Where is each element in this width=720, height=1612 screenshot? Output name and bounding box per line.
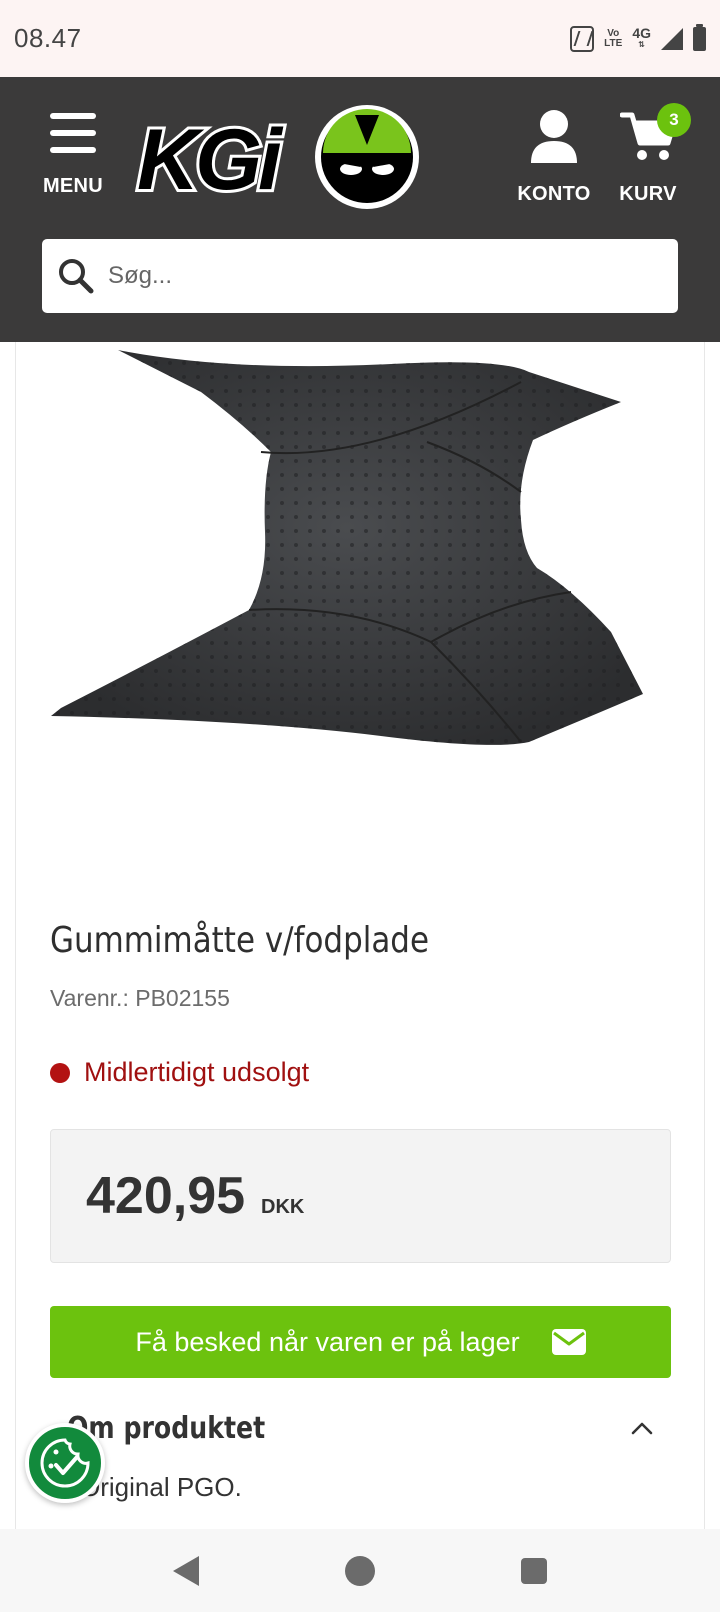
user-icon	[531, 110, 577, 163]
stock-status: Midlertidigt udsolgt	[50, 1057, 309, 1088]
chevron-up-icon	[631, 1422, 653, 1435]
out-of-stock-dot-icon	[50, 1062, 70, 1083]
cart-count-badge: 3	[657, 103, 691, 137]
volte-bottom-label: LTE	[604, 37, 623, 49]
kgi-logo[interactable]: KGi	[133, 103, 425, 213]
cart-label: KURV	[619, 183, 677, 205]
search-icon[interactable]	[58, 258, 94, 294]
home-icon[interactable]	[345, 1555, 375, 1586]
product-card: Gummimåtte v/fodplade Varenr.: PB02155 M…	[15, 342, 705, 1530]
battery-icon	[693, 23, 706, 51]
hamburger-icon	[50, 113, 96, 153]
menu-label: MENU	[42, 175, 104, 197]
site-header: MENU KGi KONTO 3 KURV Søg...	[0, 77, 720, 342]
about-product-text: Original PGO.	[80, 1472, 242, 1502]
volte-top-label: Vo	[607, 27, 620, 39]
account-label: KONTO	[517, 183, 591, 205]
cookie-consent-button[interactable]	[25, 1423, 105, 1503]
menu-button[interactable]: MENU	[38, 113, 108, 198]
price-currency: DKK	[261, 1195, 305, 1218]
volte-icon: Vo LTE	[604, 27, 623, 49]
price-box: 420,95 DKK	[50, 1129, 671, 1263]
about-product-toggle[interactable]: Om produktet	[50, 1398, 671, 1458]
signal-icon	[661, 27, 683, 50]
nfc-icon	[570, 25, 595, 52]
notify-button-label: Få besked når varen er på lager	[135, 1326, 520, 1357]
status-time: 08.47	[14, 23, 82, 53]
envelope-icon	[551, 1329, 586, 1355]
product-sku: Varenr.: PB02155	[50, 985, 230, 1011]
network-type-icon: 4G ⇅	[632, 24, 651, 49]
search-bar	[42, 239, 678, 313]
cookie-check-icon	[40, 1438, 90, 1488]
status-icons: Vo LTE 4G ⇅	[570, 23, 706, 52]
product-image[interactable]	[51, 342, 691, 772]
stock-status-text: Midlertidigt udsolgt	[84, 1057, 310, 1087]
search-input[interactable]	[108, 262, 628, 290]
notify-when-in-stock-button[interactable]: Få besked når varen er på lager	[50, 1306, 671, 1378]
cart-button[interactable]: 3 KURV	[612, 103, 691, 206]
product-title: Gummimåtte v/fodplade	[50, 920, 430, 961]
back-icon[interactable]	[173, 1555, 199, 1586]
status-bar: 08.47 Vo LTE 4G ⇅	[0, 0, 720, 77]
price-value: 420,95	[86, 1167, 246, 1225]
account-button[interactable]: KONTO	[514, 109, 594, 206]
page: 08.47 Vo LTE 4G ⇅ MENU KGi KONTO 3 KURV …	[0, 0, 720, 1612]
recent-apps-icon[interactable]	[521, 1557, 547, 1584]
system-nav-bar	[0, 1529, 720, 1612]
logo-text: KGi	[137, 112, 284, 208]
